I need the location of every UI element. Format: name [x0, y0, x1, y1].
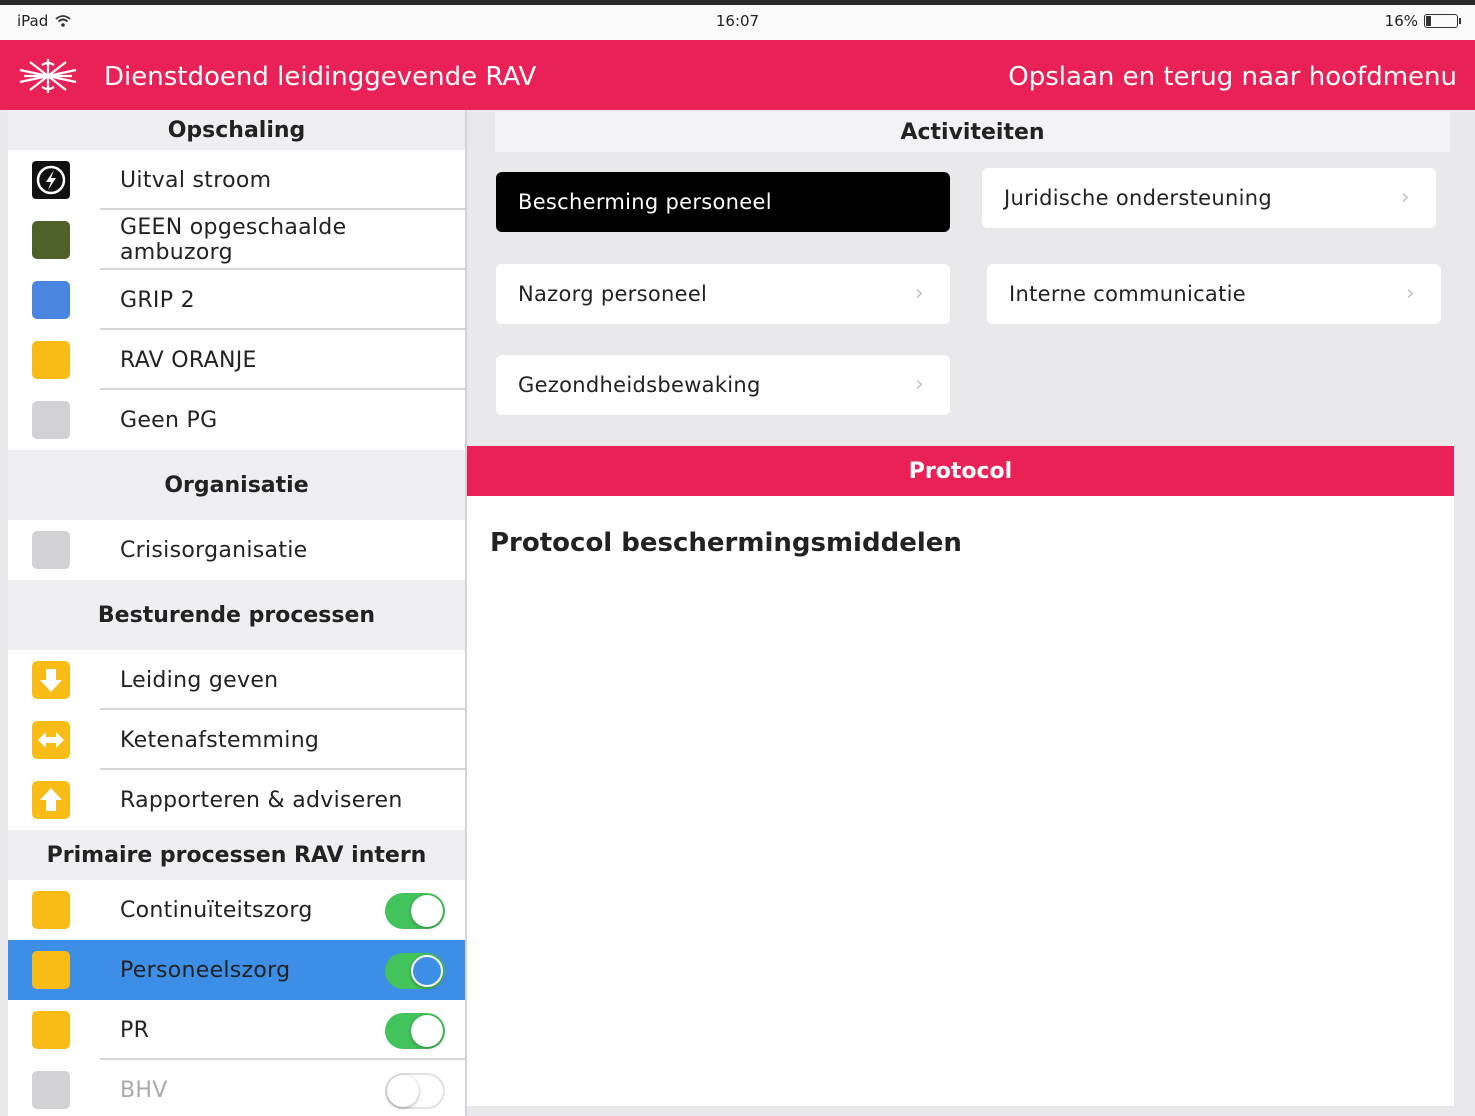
arrow-up-icon — [32, 781, 70, 819]
personeelszorg-toggle[interactable] — [385, 953, 445, 989]
activity-label: Nazorg personeel — [518, 282, 708, 306]
chevron-right-icon: › — [914, 372, 924, 397]
activities-header: Activiteiten — [495, 112, 1450, 152]
status-bar: iPad 16:07 16% — [0, 0, 1475, 40]
activity-gezondheidsbewaking[interactable]: Gezondheidsbewaking › — [496, 355, 950, 415]
toggle-knob — [387, 1075, 419, 1107]
sidebar-item-personeelszorg[interactable]: Personeelszorg — [8, 940, 465, 1000]
sidebar-item-geen-opgeschaalde-ambuzorg[interactable]: GEEN opgeschaalde ambuzorg — [8, 210, 465, 270]
activity-bescherming-personeel[interactable]: Bescherming personeel — [496, 172, 950, 232]
bhv-toggle[interactable] — [385, 1073, 445, 1109]
activity-label: Bescherming personeel — [518, 190, 772, 214]
sidebar-item-label: RAV ORANJE — [120, 347, 257, 373]
sidebar-item-rapporteren-adviseren[interactable]: Rapporteren & adviseren — [8, 770, 465, 830]
protocol-header: Protocol — [467, 446, 1454, 496]
color-swatch — [32, 341, 70, 379]
chevron-right-icon: › — [914, 281, 924, 306]
continuiteitszorg-toggle[interactable] — [385, 893, 445, 929]
toggle-knob — [411, 955, 443, 987]
color-swatch — [32, 951, 70, 989]
sidebar-item-pr[interactable]: PR — [8, 1000, 465, 1060]
protocol-title: Protocol beschermingsmiddelen — [490, 528, 962, 558]
status-time: 16:07 — [715, 12, 760, 30]
color-swatch — [32, 1071, 70, 1109]
power-outage-icon — [32, 161, 70, 199]
main-panel: Activiteiten Bescherming personeel Jurid… — [465, 110, 1475, 1116]
sidebar-item-leiding-geven[interactable]: Leiding geven — [8, 650, 465, 710]
sidebar-item-label: Leiding geven — [120, 667, 279, 693]
sidebar-item-ketenafstemming[interactable]: Ketenafstemming — [8, 710, 465, 770]
star-of-life-logo-icon — [19, 59, 77, 93]
sidebar-item-crisisorganisatie[interactable]: Crisisorganisatie — [8, 520, 465, 580]
activity-nazorg-personeel[interactable]: Nazorg personeel › — [496, 264, 950, 324]
sidebar-item-label: Continuïteitszorg — [120, 897, 313, 923]
activity-label: Juridische ondersteuning — [1004, 186, 1272, 210]
toggle-knob — [411, 1015, 443, 1047]
activity-label: Gezondheidsbewaking — [518, 373, 761, 397]
color-swatch — [32, 281, 70, 319]
color-swatch — [32, 221, 70, 259]
status-right: 16% — [1384, 12, 1461, 30]
section-header-opschaling: Opschaling — [8, 110, 465, 150]
sidebar-item-label: Personeelszorg — [120, 957, 291, 983]
activity-interne-communicatie[interactable]: Interne communicatie › — [987, 264, 1441, 324]
save-and-back-button[interactable]: Opslaan en terug naar hoofdmenu — [1008, 62, 1457, 92]
sidebar-item-geen-pg[interactable]: Geen PG — [8, 390, 465, 450]
protocol-body: Protocol beschermingsmiddelen — [467, 496, 1454, 1106]
sidebar-item-label: Ketenafstemming — [120, 727, 320, 753]
arrow-down-icon — [32, 661, 70, 699]
pr-toggle[interactable] — [385, 1013, 445, 1049]
chevron-right-icon: › — [1405, 281, 1415, 306]
sidebar-item-label: BHV — [120, 1077, 168, 1103]
sidebar-item-bhv[interactable]: BHV — [8, 1060, 465, 1116]
color-swatch — [32, 891, 70, 929]
sidebar-item-label: Crisisorganisatie — [120, 537, 308, 563]
activity-label: Interne communicatie — [1009, 282, 1246, 306]
color-swatch — [32, 531, 70, 569]
section-header-besturende-processen: Besturende processen — [8, 580, 465, 650]
sidebar: Opschaling Uitval stroom GEEN opgeschaal… — [8, 110, 465, 1116]
sidebar-item-label: Uitval stroom — [120, 167, 272, 193]
sidebar-item-grip-2[interactable]: GRIP 2 — [8, 270, 465, 330]
color-swatch — [32, 1011, 70, 1049]
sidebar-item-label: GRIP 2 — [120, 287, 195, 313]
sidebar-item-rav-oranje[interactable]: RAV ORANJE — [8, 330, 465, 390]
toggle-knob — [411, 895, 443, 927]
page-title: Dienstdoend leidinggevende RAV — [104, 62, 537, 92]
sidebar-item-label: Geen PG — [120, 407, 218, 433]
sidebar-item-label: Rapporteren & adviseren — [120, 787, 403, 813]
section-header-organisatie: Organisatie — [8, 450, 465, 520]
arrows-horizontal-icon — [32, 721, 70, 759]
battery-percent: 16% — [1384, 12, 1418, 30]
sidebar-item-uitval-stroom[interactable]: Uitval stroom — [8, 150, 465, 210]
section-header-primaire-processen: Primaire processen RAV intern — [8, 830, 465, 880]
color-swatch — [32, 401, 70, 439]
chevron-right-icon: › — [1400, 185, 1410, 210]
sidebar-item-label: PR — [120, 1017, 150, 1043]
sidebar-item-label: GEEN opgeschaalde ambuzorg — [120, 215, 347, 265]
activity-juridische-ondersteuning[interactable]: Juridische ondersteuning › — [982, 168, 1436, 228]
sidebar-item-continuiteitszorg[interactable]: Continuïteitszorg — [8, 880, 465, 940]
nav-bar: Dienstdoend leidinggevende RAV Opslaan e… — [0, 40, 1475, 110]
battery-icon — [1424, 14, 1461, 28]
